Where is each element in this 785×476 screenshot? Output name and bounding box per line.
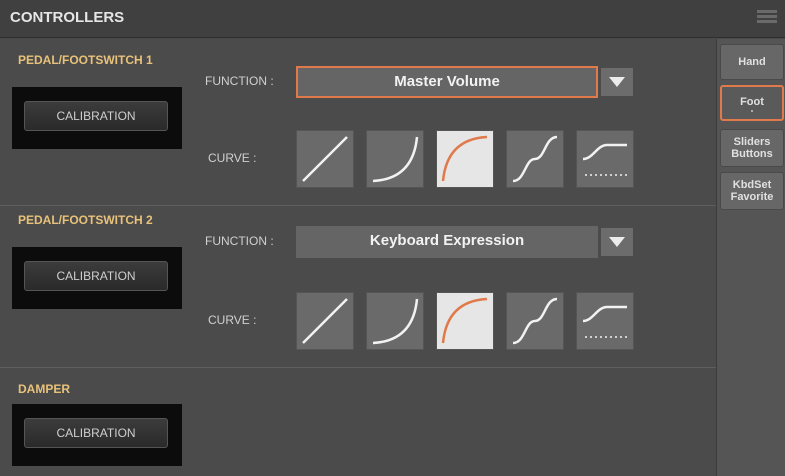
exponential-curve-icon — [372, 298, 419, 345]
calibration-button[interactable]: CALIBRATION — [24, 101, 168, 131]
switch-curve-icon — [582, 305, 629, 338]
curve-switch-button[interactable] — [576, 292, 634, 350]
s-curve-icon — [512, 297, 558, 345]
calibration-panel: CALIBRATION — [12, 247, 182, 309]
pedal-footswitch-2-section: PEDAL/FOOTSWITCH 2 CALIBRATION FUNCTION … — [0, 206, 716, 368]
main-panel: PEDAL/FOOTSWITCH 1 CALIBRATION FUNCTION … — [0, 39, 716, 476]
function-select[interactable]: Keyboard Expression — [296, 226, 598, 258]
page-title: CONTROLLERS — [10, 9, 125, 26]
tab-sliders-buttons[interactable]: Sliders Buttons — [720, 129, 784, 167]
damper-section: DAMPER CALIBRATION — [0, 368, 716, 476]
side-tabs: Hand Foot Sliders Buttons KbdSet Favorit… — [716, 39, 785, 476]
function-dropdown-arrow-icon[interactable] — [601, 68, 633, 96]
function-label: FUNCTION : — [205, 234, 274, 248]
function-select[interactable]: Master Volume — [296, 66, 598, 98]
pedal-footswitch-1-section: PEDAL/FOOTSWITCH 1 CALIBRATION FUNCTION … — [0, 39, 716, 206]
curve-s-button[interactable] — [506, 130, 564, 188]
tab-hand[interactable]: Hand — [720, 44, 784, 80]
curve-switch-button[interactable] — [576, 130, 634, 188]
function-dropdown-arrow-icon[interactable] — [601, 228, 633, 256]
switch-curve-icon — [582, 143, 629, 176]
linear-curve-icon — [302, 298, 348, 344]
menu-icon[interactable] — [757, 10, 777, 27]
calibration-button[interactable]: CALIBRATION — [24, 261, 168, 291]
calibration-panel: CALIBRATION — [12, 404, 182, 466]
section-title: DAMPER — [18, 382, 71, 396]
linear-curve-icon — [302, 136, 348, 182]
section-title: PEDAL/FOOTSWITCH 1 — [18, 53, 153, 67]
tab-kbdset-favorite[interactable]: KbdSet Favorite — [720, 172, 784, 210]
section-title: PEDAL/FOOTSWITCH 2 — [18, 213, 153, 227]
curve-exponential-button[interactable] — [366, 292, 424, 350]
curve-logarithmic-button[interactable] — [436, 130, 494, 188]
curve-label: CURVE : — [208, 313, 257, 327]
calibration-panel: CALIBRATION — [12, 87, 182, 149]
curve-linear-button[interactable] — [296, 130, 354, 188]
curve-label: CURVE : — [208, 151, 257, 165]
logarithmic-curve-icon — [441, 135, 488, 182]
curve-s-button[interactable] — [506, 292, 564, 350]
logarithmic-curve-icon — [441, 297, 488, 344]
tab-foot[interactable]: Foot — [720, 85, 784, 121]
curve-logarithmic-button[interactable] — [436, 292, 494, 350]
curve-exponential-button[interactable] — [366, 130, 424, 188]
exponential-curve-icon — [372, 136, 419, 183]
function-label: FUNCTION : — [205, 74, 274, 88]
tab-label: Foot — [740, 96, 764, 108]
s-curve-icon — [512, 135, 558, 183]
curve-linear-button[interactable] — [296, 292, 354, 350]
title-bar: CONTROLLERS — [0, 0, 785, 38]
calibration-button[interactable]: CALIBRATION — [24, 418, 168, 448]
active-indicator-icon — [751, 110, 753, 112]
